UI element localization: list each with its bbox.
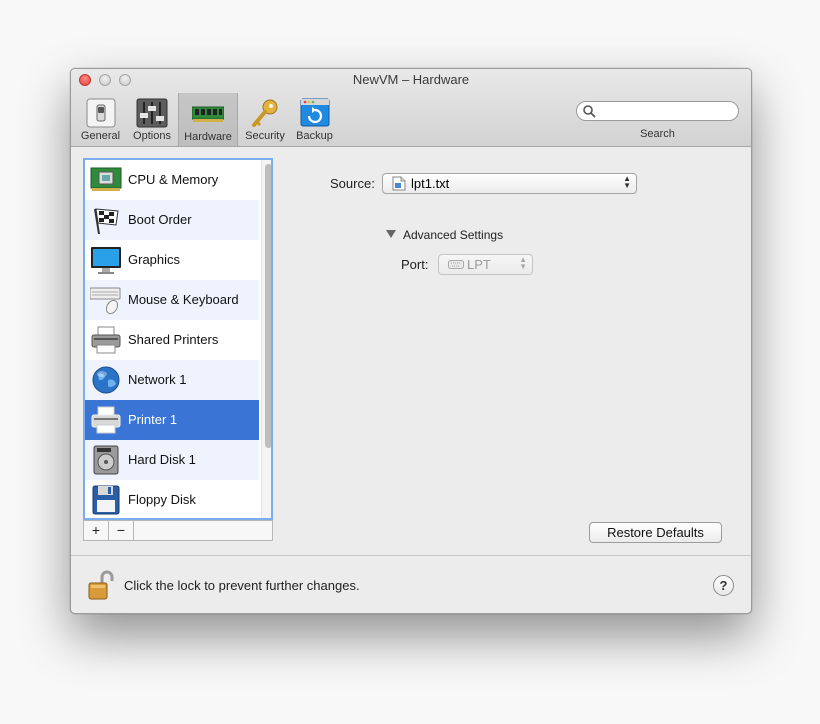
sidebar-item-label: Floppy Disk: [128, 492, 196, 507]
remove-device-button[interactable]: −: [109, 521, 134, 540]
lock-status-text: Click the lock to prevent further change…: [124, 578, 360, 593]
window-title: NewVM – Hardware: [352, 72, 470, 87]
toolbar: NewVM – Hardware General Options Hardwar…: [71, 69, 751, 147]
source-value: lpt1.txt: [411, 176, 450, 191]
checkered-flag-icon: [94, 208, 119, 235]
hardware-device-list[interactable]: CPU & Memory Boot Order Graphics Mouse &…: [83, 158, 273, 520]
help-button[interactable]: ?: [713, 575, 734, 596]
toolbar-backup[interactable]: Backup: [292, 95, 337, 143]
source-label: Source:: [330, 176, 375, 191]
search-caption: Search: [640, 128, 675, 140]
port-popup[interactable]: LPT ▲ ▼: [438, 254, 533, 275]
popup-arrows-icon: ▲ ▼: [623, 174, 631, 190]
search-icon: [583, 105, 596, 118]
port-value: LPT: [467, 257, 491, 272]
sliders-icon: [136, 98, 168, 128]
toolbar-hardware-label: Hardware: [184, 131, 232, 143]
source-popup[interactable]: lpt1.txt ▲ ▼: [382, 173, 637, 194]
port-label: Port:: [401, 257, 429, 272]
sidebar-item-shared-printers[interactable]: Shared Printers: [85, 320, 259, 360]
key-icon: [252, 99, 278, 127]
sidebar-item-printer-1[interactable]: Printer 1: [85, 400, 259, 440]
floppy-disk-icon: [92, 485, 120, 515]
unlocked-padlock-icon[interactable]: [87, 569, 115, 601]
cpu-memory-icon: [90, 167, 122, 191]
sidebar-item-network-1[interactable]: Network 1: [85, 360, 259, 400]
switch-icon: [86, 98, 115, 128]
sidebar-item-mouse-keyboard[interactable]: Mouse & Keyboard: [85, 280, 259, 320]
toolbar-general-label: General: [80, 130, 121, 142]
add-device-button[interactable]: +: [84, 521, 109, 540]
search-field[interactable]: [576, 101, 739, 121]
preferences-window: NewVM – Hardware General Options Hardwar…: [70, 68, 752, 614]
popup-arrows-icon: ▲ ▼: [519, 255, 527, 271]
backup-icon: [300, 98, 329, 127]
advanced-settings-label[interactable]: Advanced Settings: [403, 228, 503, 242]
hard-disk-icon: [93, 445, 119, 475]
sidebar-item-hard-disk-1[interactable]: Hard Disk 1: [85, 440, 259, 480]
printer-icon: [91, 326, 121, 354]
disclosure-triangle-icon[interactable]: [386, 229, 396, 239]
toolbar-security-label: Security: [245, 130, 285, 142]
toolbar-backup-label: Backup: [296, 130, 333, 142]
sidebar-item-label: Boot Order: [128, 212, 192, 227]
sidebar-item-floppy-disk[interactable]: Floppy Disk: [85, 480, 259, 518]
toolbar-security[interactable]: Security: [241, 95, 289, 143]
add-remove-bar: + −: [83, 520, 273, 541]
globe-icon: [92, 366, 120, 394]
sidebar-item-boot-order[interactable]: Boot Order: [85, 200, 259, 240]
keyboard-mouse-icon: [90, 287, 121, 315]
toolbar-options[interactable]: Options: [128, 95, 176, 143]
monitor-icon: [91, 247, 121, 274]
sidebar-scroll-thumb[interactable]: [265, 164, 271, 448]
sidebar-item-cpu-memory[interactable]: CPU & Memory: [85, 160, 259, 200]
sidebar-item-label: Graphics: [128, 252, 181, 267]
toolbar-general[interactable]: General: [78, 95, 123, 143]
sidebar-item-label: CPU & Memory: [128, 172, 219, 187]
sidebar-item-label: Shared Printers: [128, 332, 219, 347]
parallel-port-icon: [448, 260, 464, 269]
restore-defaults-button[interactable]: Restore Defaults: [589, 522, 722, 543]
toolbar-hardware[interactable]: Hardware: [178, 93, 238, 146]
printer-icon: [91, 406, 121, 434]
sidebar-item-label: Printer 1: [128, 412, 178, 427]
document-icon: [392, 176, 406, 191]
sidebar-item-label: Mouse & Keyboard: [128, 292, 239, 307]
sidebar-scrollbar[interactable]: [261, 160, 271, 518]
footer-divider: [71, 555, 751, 556]
toolbar-options-label: Options: [133, 130, 171, 142]
memory-chip-icon: [192, 106, 224, 122]
sidebar-item-label: Hard Disk 1: [128, 452, 196, 467]
sidebar-item-graphics[interactable]: Graphics: [85, 240, 259, 280]
sidebar-item-label: Network 1: [128, 372, 187, 387]
